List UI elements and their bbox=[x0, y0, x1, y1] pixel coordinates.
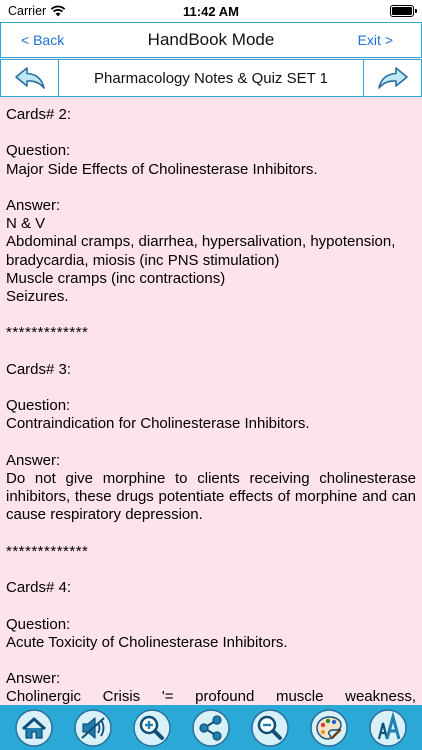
question-label: Question: bbox=[6, 615, 71, 633]
carrier-label: Carrier bbox=[8, 4, 47, 18]
zoom-out-icon bbox=[251, 708, 289, 747]
question-label: Question: bbox=[6, 397, 71, 415]
question-text: Contraindication for Cholinesterase Inhi… bbox=[6, 415, 310, 433]
navigation-bar: < Back HandBook Mode Exit > bbox=[0, 22, 422, 58]
font-size-icon bbox=[369, 708, 408, 747]
battery-level bbox=[392, 7, 412, 15]
zoom-out-button[interactable] bbox=[245, 707, 295, 749]
handbook-content[interactable]: Cards# 2: Question: Major Side Effects o… bbox=[0, 99, 422, 705]
card-header: Cards# 2: bbox=[6, 106, 72, 123]
answer-label: Answer: bbox=[6, 451, 61, 469]
answer-line: Muscle cramps (inc contractions) bbox=[6, 269, 226, 287]
arrow-left-icon bbox=[14, 67, 45, 89]
back-button[interactable]: < Back bbox=[21, 32, 64, 48]
home-icon bbox=[14, 708, 53, 747]
exit-button[interactable]: Exit > bbox=[358, 32, 393, 48]
answer-block: Answer: Cholinergic Crisis '= profound m… bbox=[6, 670, 416, 705]
question-label: Question: bbox=[6, 142, 71, 160]
answer-block: Answer: N & V Abdominal cramps, diarrhea… bbox=[6, 197, 416, 306]
bottom-toolbar bbox=[0, 705, 422, 750]
theme-button[interactable] bbox=[304, 707, 354, 749]
question-block: Question: Acute Toxicity of Cholinestera… bbox=[6, 616, 416, 652]
previous-button[interactable] bbox=[1, 60, 59, 96]
zoom-in-icon bbox=[133, 708, 171, 747]
question-block: Question: Major Side Effects of Cholines… bbox=[6, 142, 416, 178]
set-title-bar: Pharmacology Notes & Quiz SET 1 bbox=[0, 59, 422, 97]
speaker-mute-icon bbox=[73, 708, 112, 747]
answer-line: Abdominal cramps, diarrhea, hypersalivat… bbox=[6, 233, 396, 269]
answer-line: Seizures. bbox=[6, 288, 69, 305]
status-bar: Carrier 11:42 AM bbox=[0, 0, 422, 22]
next-button[interactable] bbox=[363, 60, 421, 96]
arrow-right-icon bbox=[377, 67, 408, 89]
question-text: Major Side Effects of Cholinesterase Inh… bbox=[6, 160, 318, 178]
battery-icon bbox=[390, 5, 417, 17]
zoom-in-button[interactable] bbox=[127, 707, 177, 749]
palette-icon bbox=[310, 708, 349, 747]
answer-line: Cholinergic Crisis '= profound muscle we… bbox=[6, 688, 416, 705]
answer-line: Do not give morphine to clients receivin… bbox=[6, 469, 416, 524]
card-separator: ************* bbox=[6, 324, 89, 342]
card-separator: ************* bbox=[6, 542, 89, 560]
answer-block: Answer: Do not give morphine to clients … bbox=[6, 452, 416, 525]
answer-label: Answer: bbox=[6, 196, 61, 214]
question-text: Acute Toxicity of Cholinesterase Inhibit… bbox=[6, 633, 288, 651]
share-icon bbox=[192, 708, 230, 747]
answer-line: N & V bbox=[6, 215, 46, 233]
font-size-button[interactable] bbox=[363, 707, 413, 749]
question-block: Question: Contraindication for Cholinest… bbox=[6, 397, 416, 433]
share-button[interactable] bbox=[186, 707, 236, 749]
card-header: Cards# 4: bbox=[6, 579, 72, 597]
card-header: Cards# 3: bbox=[6, 360, 72, 378]
home-button[interactable] bbox=[9, 707, 59, 749]
wifi-icon bbox=[50, 5, 66, 17]
status-carrier-group: Carrier bbox=[8, 4, 66, 18]
speaker-button[interactable] bbox=[68, 707, 118, 749]
set-title: Pharmacology Notes & Quiz SET 1 bbox=[94, 69, 328, 87]
answer-label: Answer: bbox=[6, 670, 61, 688]
